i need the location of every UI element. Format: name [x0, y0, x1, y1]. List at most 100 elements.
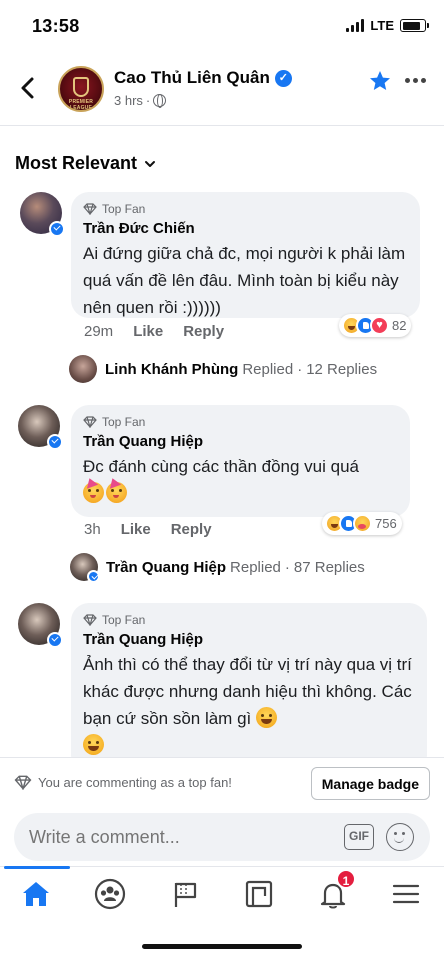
chevron-left-icon [21, 77, 34, 99]
comment-text-body: Đc đánh cùng các thần đồng vui quá [83, 457, 359, 476]
chevron-down-icon [145, 160, 156, 167]
replied-label: Replied [230, 558, 281, 576]
signal-icon [346, 19, 365, 32]
top-fan-badge: Top Fan [83, 202, 406, 216]
reply-count: 12 Replies [306, 360, 378, 378]
top-fan-label: Top Fan [102, 202, 146, 216]
sort-label: Most Relevant [15, 153, 138, 173]
bottom-tab-bar: 1 [0, 866, 444, 922]
tab-gaming[interactable] [242, 877, 278, 913]
replies-link[interactable]: Trần Quang Hiệp Replied · 87 Replies [70, 553, 365, 583]
gaming-icon [245, 880, 273, 908]
tab-pages[interactable] [168, 877, 204, 913]
top-fan-check-icon [47, 632, 63, 648]
top-fan-badge: Top Fan [83, 613, 413, 627]
reply-avatar [70, 553, 100, 583]
sort-dropdown[interactable]: Most Relevant [15, 153, 157, 174]
status-indicators: LTE [346, 18, 429, 33]
diamond-icon [14, 775, 32, 790]
battery-icon [400, 19, 429, 32]
top-fan-label: Top Fan [102, 613, 146, 627]
love-reaction-icon [370, 316, 389, 335]
comment-bubble[interactable]: Top Fan Trần Quang Hiệp Đc đánh cùng các… [71, 405, 410, 517]
tab-home[interactable] [19, 877, 55, 913]
logo-text: PREMIER LEAGUE [68, 99, 94, 111]
like-button[interactable]: Like [121, 521, 151, 538]
crest-icon [73, 77, 89, 97]
replied-label: Replied [242, 360, 294, 378]
favorite-button[interactable] [368, 69, 392, 93]
comment-composer[interactable]: GIF [14, 813, 430, 861]
comment-author[interactable]: Trần Đức Chiến [83, 220, 406, 237]
home-icon [23, 882, 49, 906]
partying-face-icon [83, 476, 104, 503]
comment-author[interactable]: Trần Quang Hiệp [83, 433, 396, 450]
reaction-count: 82 [392, 318, 407, 333]
flag-icon [174, 882, 197, 907]
globe-icon [153, 94, 167, 108]
diamond-icon [83, 614, 97, 626]
like-button[interactable]: Like [133, 323, 163, 340]
tab-menu[interactable] [389, 877, 425, 913]
top-fan-check-icon [87, 570, 100, 583]
comment-text: Ai đứng giữa chả đc, mọi người k phải là… [83, 244, 406, 317]
reply-author: Trần Quang Hiệp [106, 558, 227, 576]
status-time: 13:58 [32, 16, 80, 36]
manage-badge-button[interactable]: Manage badge [310, 767, 430, 800]
comment-input[interactable] [29, 827, 329, 848]
post-header: PREMIER LEAGUE Cao Thủ Liên Quân ✓ 3 hrs… [0, 56, 444, 126]
comment-author[interactable]: Trần Quang Hiệp [83, 631, 413, 648]
tab-notifications[interactable]: 1 [316, 869, 356, 913]
reply-separator: · [284, 558, 290, 576]
post-meta: 3 hrs · [114, 93, 167, 108]
comment-text: Đc đánh cùng các thần đồng vui quá [83, 453, 396, 507]
top-fan-notice-text: You are commenting as a top fan! [38, 775, 232, 790]
page-avatar[interactable]: PREMIER LEAGUE [58, 66, 104, 112]
reply-author: Linh Khánh Phùng [105, 360, 239, 378]
top-fan-badge: Top Fan [83, 415, 396, 429]
comment-actions: 29m Like Reply [84, 323, 224, 340]
reply-button[interactable]: Reply [171, 521, 212, 538]
avatar[interactable] [18, 405, 63, 450]
reply-avatar [69, 355, 97, 383]
laughing-face-icon [255, 707, 277, 728]
page-name[interactable]: Cao Thủ Liên Quân [114, 68, 270, 88]
active-tab-indicator [4, 866, 70, 869]
care-reaction-icon [353, 514, 372, 533]
notification-count-badge: 1 [336, 869, 356, 889]
top-fan-bar: You are commenting as a top fan! Manage … [0, 757, 444, 807]
reaction-count: 756 [375, 516, 397, 531]
meta-separator: · [145, 93, 151, 108]
menu-icon [392, 884, 420, 904]
avatar[interactable] [18, 603, 63, 648]
network-label: LTE [370, 18, 394, 33]
more-dot-icon [405, 78, 410, 83]
back-button[interactable] [14, 74, 42, 102]
reaction-summary[interactable]: 756 [322, 512, 402, 535]
top-fan-label: Top Fan [102, 415, 146, 429]
diamond-icon [83, 203, 97, 215]
diamond-icon [83, 416, 97, 428]
comment-bubble[interactable]: Top Fan Trần Quang Hiệp Ảnh thì có thể t… [71, 603, 427, 773]
more-options-button[interactable] [405, 78, 426, 83]
partying-face-icon [106, 476, 127, 503]
reaction-summary[interactable]: 82 [339, 314, 412, 337]
comment-time[interactable]: 29m [84, 323, 113, 340]
status-bar: 13:58 LTE [0, 0, 444, 52]
replies-link[interactable]: Linh Khánh Phùng Replied · 12 Replies [69, 355, 377, 383]
top-fan-check-icon [49, 221, 65, 237]
page-name-row: Cao Thủ Liên Quân ✓ [114, 68, 292, 88]
gif-button[interactable]: GIF [344, 824, 374, 850]
home-indicator[interactable] [142, 944, 302, 949]
tab-groups[interactable] [93, 877, 129, 913]
post-time[interactable]: 3 hrs [114, 93, 143, 108]
top-fan-notice: You are commenting as a top fan! [14, 775, 232, 790]
emoji-picker-icon[interactable] [386, 823, 414, 851]
comment-bubble[interactable]: Top Fan Trần Đức Chiến Ai đứng giữa chả … [71, 192, 420, 318]
avatar[interactable] [20, 192, 65, 237]
laughing-face-icon [83, 734, 104, 755]
reply-button[interactable]: Reply [183, 323, 224, 340]
comment-time[interactable]: 3h [84, 521, 101, 538]
top-fan-check-icon [47, 434, 63, 450]
comment-actions: 3h Like Reply [84, 521, 212, 538]
